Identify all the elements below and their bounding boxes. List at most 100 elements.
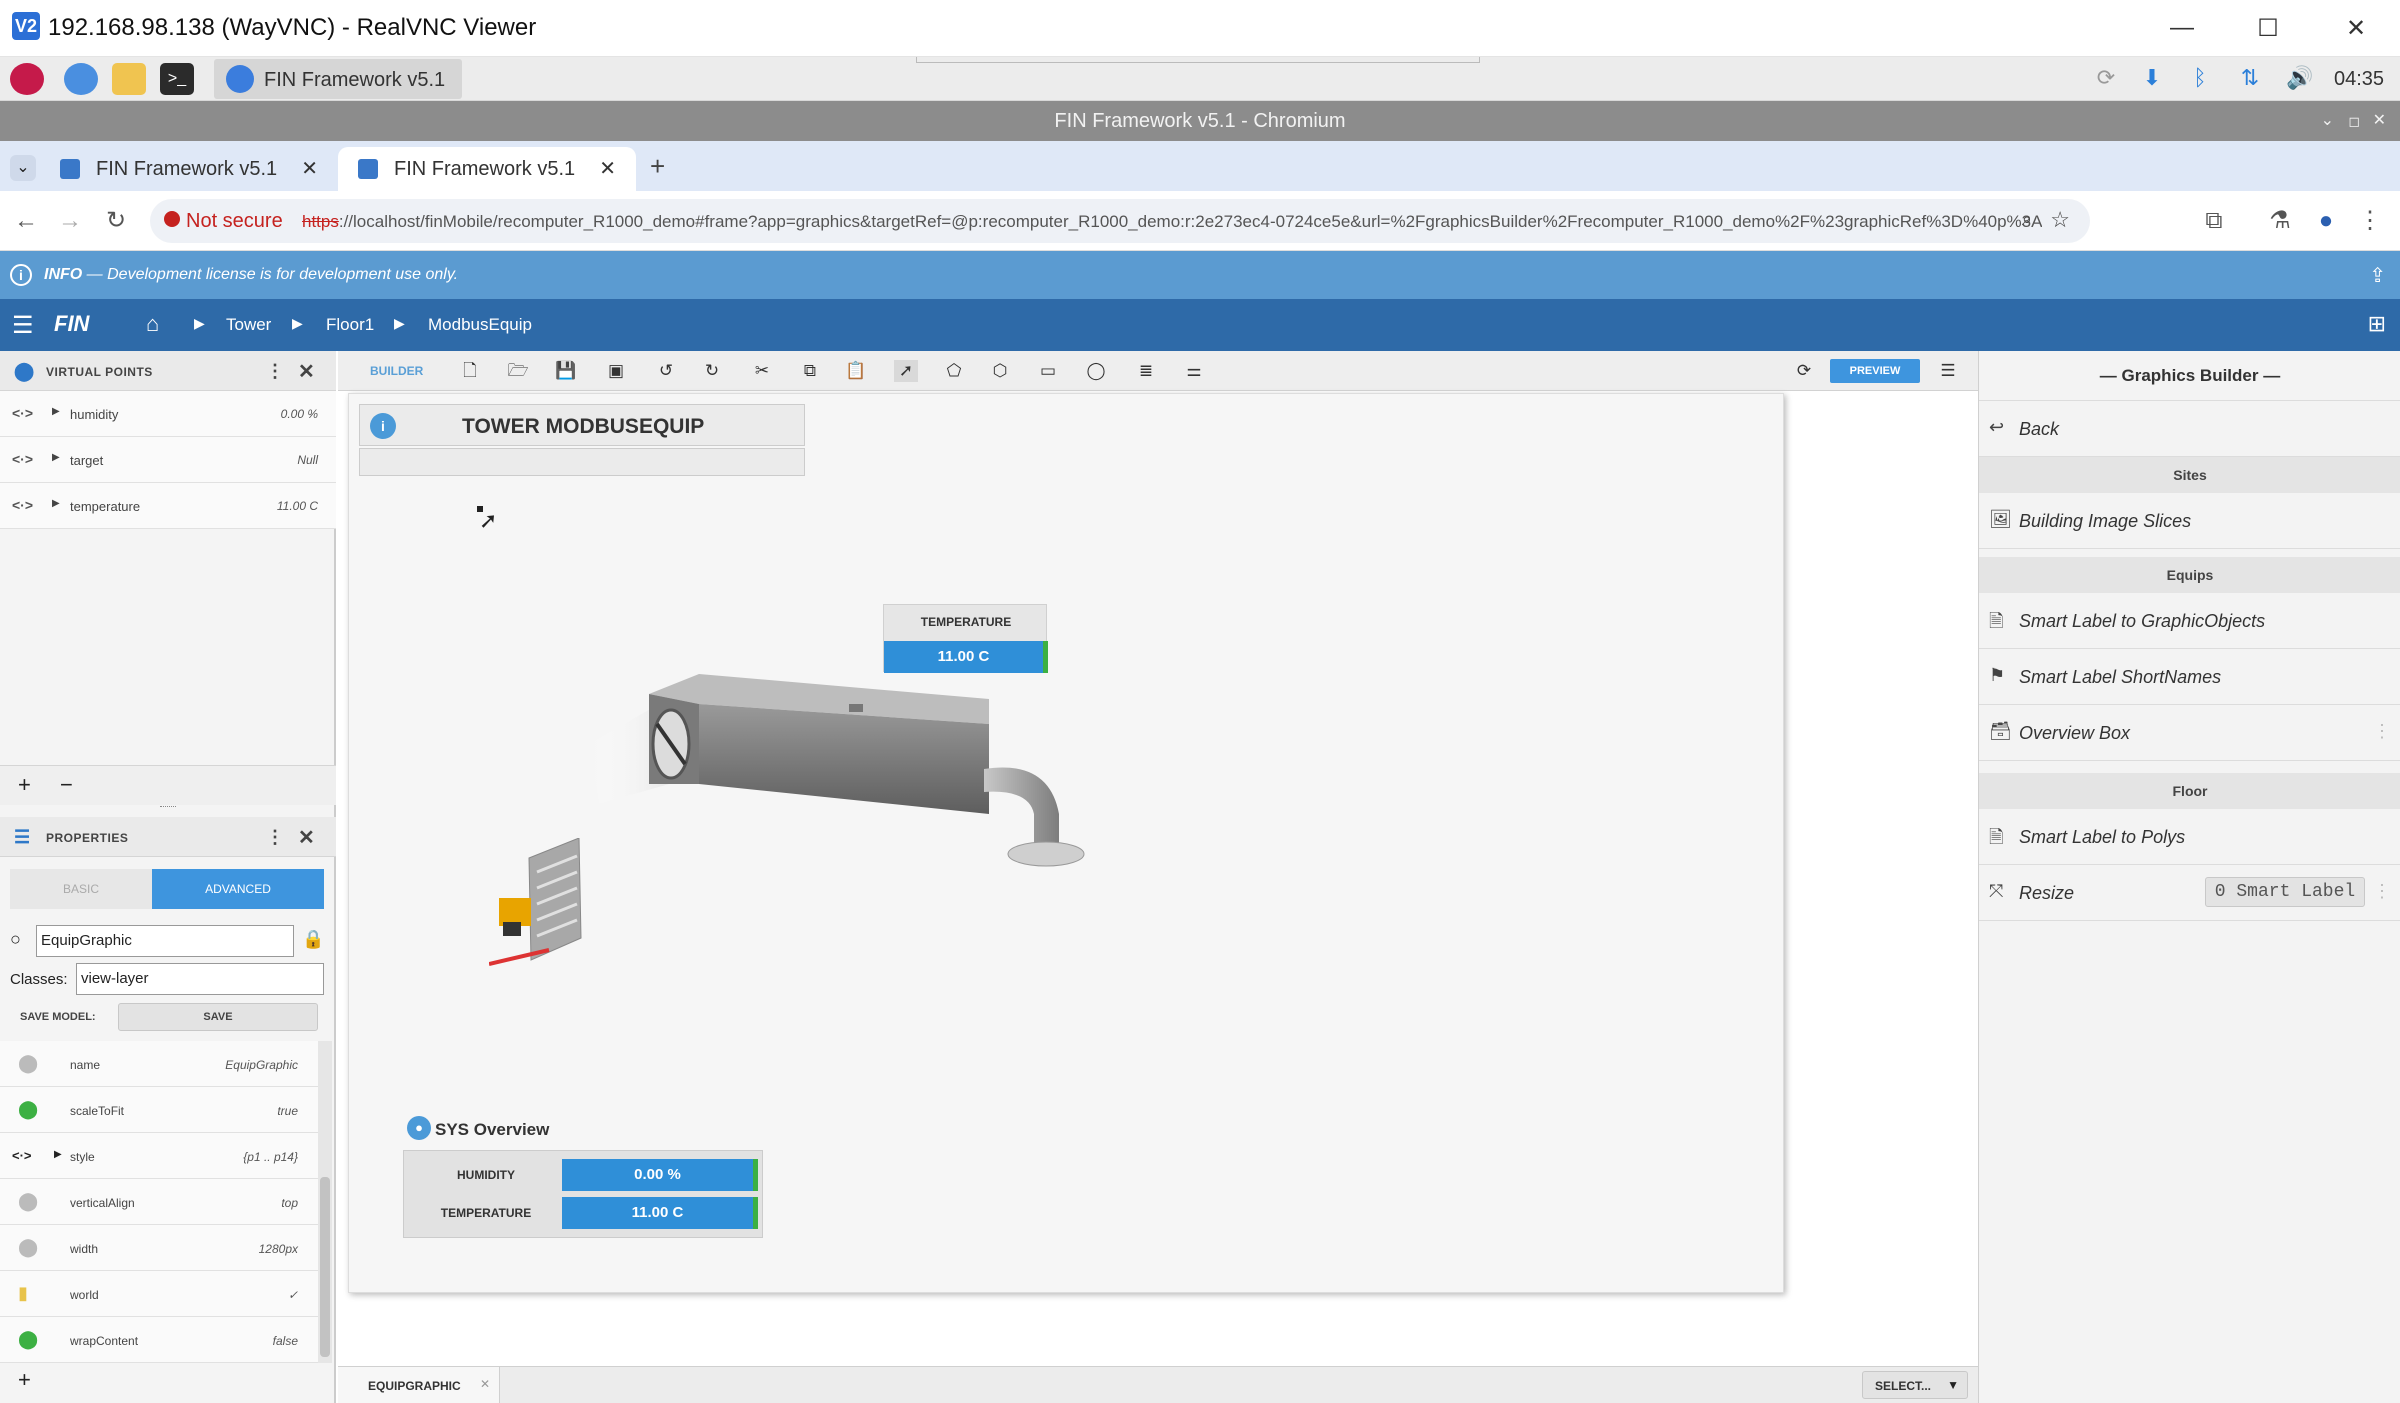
sync-icon[interactable]: ⟳ bbox=[2092, 65, 2120, 93]
browser-globe-icon[interactable] bbox=[64, 63, 98, 95]
tab-fin-1[interactable]: FIN Framework v5.1 ✕ bbox=[40, 147, 338, 191]
property-row[interactable]: ▮ world ✓ bbox=[0, 1271, 318, 1317]
open-folder-icon[interactable]: 🗁 bbox=[506, 360, 530, 382]
properties-scrollbar[interactable] bbox=[318, 1041, 332, 1363]
omnibox[interactable]: Not secure https://localhost/finMobile/r… bbox=[150, 199, 2090, 243]
title-card[interactable]: i TOWER MODBUSEQUIP bbox=[359, 404, 805, 446]
ellipse-tool-icon[interactable]: ◯ bbox=[1084, 360, 1108, 382]
zoom-icon[interactable]: ⌕ bbox=[2022, 209, 2032, 230]
smart-label-shortnames-item[interactable]: ⚑ Smart Label ShortNames bbox=[1979, 649, 2400, 705]
minimize-icon[interactable]: — bbox=[2162, 8, 2202, 48]
update-download-icon[interactable]: ⬇ bbox=[2138, 65, 2166, 93]
raspberry-menu-icon[interactable] bbox=[10, 63, 44, 95]
network-icon[interactable]: ⇅ bbox=[2236, 65, 2264, 93]
file-manager-icon[interactable] bbox=[112, 63, 146, 95]
panel-menu-icon[interactable]: ⋮ bbox=[266, 827, 284, 848]
path-tool-icon[interactable]: ⬡ bbox=[988, 360, 1012, 382]
panel-splitter-handle[interactable] bbox=[160, 806, 176, 809]
refresh-icon[interactable]: ⟳ bbox=[1792, 360, 1816, 382]
cut-icon[interactable]: ✂ bbox=[750, 360, 774, 382]
taskbar-chromium-app[interactable]: FIN Framework v5.1 ... bbox=[214, 59, 462, 114]
undo-icon[interactable]: ↺ bbox=[654, 360, 678, 382]
overview-box-item[interactable]: 🗃 Overview Box ⋮ bbox=[1979, 705, 2400, 761]
virtual-point-row[interactable]: <·> ▶ target Null bbox=[0, 437, 336, 483]
expand-arrow-icon[interactable]: ▶ bbox=[54, 1149, 62, 1160]
forward-arrow-icon[interactable]: → bbox=[54, 205, 86, 237]
location-pin-icon[interactable]: ● bbox=[407, 1116, 431, 1140]
terminal-icon[interactable]: >_ bbox=[160, 63, 194, 95]
tab-basic[interactable]: BASIC bbox=[10, 869, 152, 909]
lock-icon[interactable]: 🔒 bbox=[302, 929, 324, 950]
tab-close-icon[interactable]: ✕ bbox=[599, 147, 616, 191]
save-button[interactable]: SAVE bbox=[118, 1003, 318, 1031]
expand-arrow-icon[interactable]: ▶ bbox=[52, 452, 60, 463]
redo-icon[interactable]: ↻ bbox=[700, 360, 724, 382]
select-dropdown[interactable]: SELECT... ▼ bbox=[1862, 1371, 1968, 1399]
menu-lines-icon[interactable]: ☰ bbox=[1936, 360, 1960, 382]
smart-label-graphicobjects-item[interactable]: 🗎 Smart Label to GraphicObjects bbox=[1979, 593, 2400, 649]
sliders-icon[interactable]: ⚌ bbox=[1182, 360, 1206, 382]
volume-icon[interactable]: 🔊 bbox=[2286, 65, 2314, 93]
back-arrow-icon[interactable]: ← bbox=[10, 205, 42, 237]
rectangle-tool-icon[interactable]: ▭ bbox=[1036, 360, 1060, 382]
preview-button[interactable]: PREVIEW bbox=[1830, 359, 1920, 383]
property-row[interactable]: <·> ▶ style {p1 .. p14} bbox=[0, 1133, 318, 1179]
close-icon[interactable]: ✕ bbox=[2336, 8, 2376, 48]
drag-handle-icon[interactable]: ⋮ bbox=[2373, 721, 2391, 742]
chrome-dropdown-icon[interactable]: ⌄ bbox=[2321, 101, 2334, 141]
labs-flask-icon[interactable]: ⚗ bbox=[2264, 205, 2296, 237]
property-row[interactable]: ⬤ scaleToFit true bbox=[0, 1087, 318, 1133]
share-icon[interactable]: ⇪ bbox=[2369, 263, 2386, 288]
building-image-slices-item[interactable]: 🖼 Building Image Slices bbox=[1979, 493, 2400, 549]
air-handling-unit-graphic[interactable] bbox=[589, 664, 1149, 924]
new-tab-icon[interactable]: + bbox=[650, 151, 665, 182]
breadcrumb-tower[interactable]: Tower bbox=[226, 315, 271, 335]
property-row[interactable]: ⬤ width 1280px bbox=[0, 1225, 318, 1271]
add-property-icon[interactable]: + bbox=[18, 1367, 31, 1393]
profile-avatar-icon[interactable]: ● bbox=[2310, 205, 2342, 237]
panel-close-icon[interactable]: ✕ bbox=[298, 825, 315, 850]
tab-equipgraphic[interactable]: EQUIPGRAPHIC ✕ bbox=[338, 1367, 500, 1403]
select-pointer-icon[interactable]: ➚ bbox=[894, 360, 918, 382]
tab-advanced[interactable]: ADVANCED bbox=[152, 869, 324, 909]
tab-search-icon[interactable]: ⌄ bbox=[10, 155, 36, 181]
drag-handle-icon[interactable]: ⋮ bbox=[2373, 881, 2391, 902]
graphic-canvas[interactable]: i TOWER MODBUSEQUIP TEMPERATURE 11.00 C bbox=[348, 393, 1784, 1293]
apps-grid-icon[interactable]: ⊞ bbox=[2368, 311, 2386, 337]
expand-arrow-icon[interactable]: ▶ bbox=[52, 406, 60, 417]
panel-close-icon[interactable]: ✕ bbox=[298, 359, 315, 384]
new-file-icon[interactable]: 🗋 bbox=[458, 360, 482, 382]
back-item[interactable]: ↩ Back bbox=[1979, 401, 2400, 457]
copy-icon[interactable]: ⧉ bbox=[798, 360, 822, 382]
paste-icon[interactable]: 📋 bbox=[844, 360, 868, 382]
save-icon[interactable]: 💾 bbox=[554, 360, 578, 382]
virtual-point-row[interactable]: <·> ▶ temperature 11.00 C bbox=[0, 483, 336, 529]
classes-input[interactable]: view-layer bbox=[76, 963, 324, 995]
smart-label-count-badge[interactable]: 0 Smart Label bbox=[2205, 877, 2365, 907]
add-point-icon[interactable]: + bbox=[18, 772, 31, 798]
breadcrumb-modbusequip[interactable]: ModbusEquip bbox=[428, 315, 532, 335]
resize-item[interactable]: ⤧ Resize 0 Smart Label ⋮ bbox=[1979, 865, 2400, 921]
hamburger-menu-icon[interactable]: ☰ bbox=[12, 311, 34, 340]
panel-menu-icon[interactable]: ⋮ bbox=[266, 361, 284, 382]
bluetooth-icon[interactable]: ᛒ bbox=[2186, 65, 2214, 93]
remove-point-icon[interactable]: − bbox=[60, 772, 73, 798]
temperature-card[interactable]: TEMPERATURE 11.00 C bbox=[883, 604, 1048, 673]
home-icon[interactable]: ⌂ bbox=[146, 311, 159, 337]
virtual-point-row[interactable]: <·> ▶ humidity 0.00 % bbox=[0, 391, 336, 437]
images-icon[interactable]: ▣ bbox=[604, 360, 628, 382]
property-row[interactable]: ⬤ verticalAlign top bbox=[0, 1179, 318, 1225]
breadcrumb-floor1[interactable]: Floor1 bbox=[326, 315, 374, 335]
chrome-menu-icon[interactable]: ⋮ bbox=[2354, 205, 2386, 237]
fin-logo[interactable]: FIN bbox=[54, 311, 89, 337]
property-row[interactable]: ⬤ name EquipGraphic bbox=[0, 1041, 318, 1087]
extensions-icon[interactable]: ⧉ bbox=[2198, 205, 2230, 237]
chrome-close-icon[interactable]: ✕ bbox=[2373, 101, 2386, 141]
info-circle-icon[interactable]: i bbox=[370, 413, 396, 439]
bookmark-star-icon[interactable]: ☆ bbox=[2050, 207, 2070, 233]
polygon-tool-icon[interactable]: ⬠ bbox=[942, 360, 966, 382]
object-name-input[interactable]: EquipGraphic bbox=[36, 925, 294, 957]
sys-overview-box[interactable]: HUMIDITY 0.00 % TEMPERATURE 11.00 C bbox=[403, 1150, 763, 1238]
expand-arrow-icon[interactable]: ▶ bbox=[52, 498, 60, 509]
chrome-maximize-icon[interactable]: ◻ bbox=[2348, 101, 2360, 141]
